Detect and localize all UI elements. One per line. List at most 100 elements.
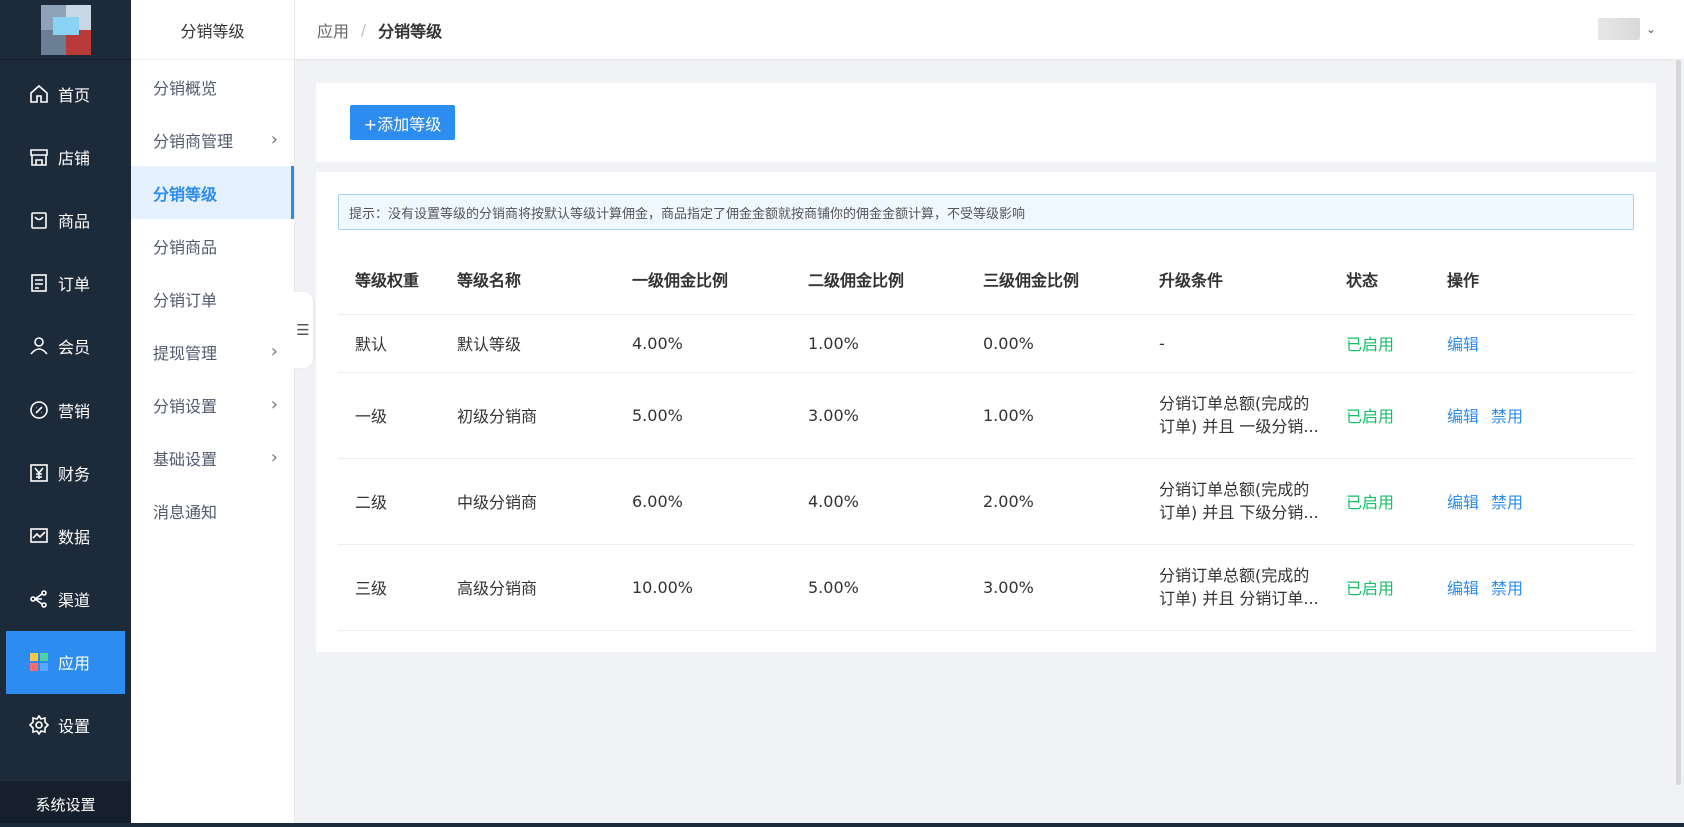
nav-item-channels[interactable]: 渠道 bbox=[0, 568, 131, 631]
submenu-item-label: 分销商品 bbox=[153, 237, 218, 257]
cell-rate1: 4.00% bbox=[615, 314, 791, 373]
collapse-menu-button[interactable]: ☰ bbox=[293, 292, 313, 368]
cell-name: 默认等级 bbox=[440, 314, 615, 373]
logo bbox=[40, 4, 91, 55]
nav-item-label: 设置 bbox=[58, 717, 91, 737]
avatar bbox=[1597, 18, 1640, 40]
disable-link[interactable]: 禁用 bbox=[1491, 579, 1523, 598]
cell-actions: 编辑 禁用 bbox=[1430, 544, 1634, 631]
submenu-item-label: 分销商管理 bbox=[153, 131, 234, 151]
cell-weight: 默认 bbox=[338, 314, 440, 373]
chevron-right-icon: › bbox=[270, 129, 278, 150]
submenu-item-distributors[interactable]: 分销商管理 › bbox=[131, 113, 294, 166]
column-header: 操作 bbox=[1430, 244, 1634, 315]
store-icon bbox=[28, 146, 50, 168]
nav-item-label: 数据 bbox=[58, 527, 91, 547]
submenu-title: 分销等级 bbox=[131, 0, 294, 60]
bag-icon bbox=[28, 209, 50, 231]
submenu-item-products[interactable]: 分销商品 bbox=[131, 219, 294, 272]
table-row: 默认 默认等级 4.00% 1.00% 0.00% - 已启用 编辑 bbox=[338, 314, 1634, 373]
nav-item-label: 应用 bbox=[58, 654, 91, 674]
edit-link[interactable]: 编辑 bbox=[1447, 407, 1479, 426]
cell-rate2: 5.00% bbox=[791, 544, 966, 631]
cell-status: 已启用 bbox=[1329, 544, 1430, 631]
cell-rate2: 4.00% bbox=[791, 458, 966, 545]
nav-item-goods[interactable]: 商品 bbox=[0, 188, 131, 251]
home-icon bbox=[28, 83, 50, 105]
submenu-item-basic-settings[interactable]: 基础设置 › bbox=[131, 431, 294, 484]
yen-icon bbox=[28, 462, 50, 484]
submenu-item-notifications[interactable]: 消息通知 bbox=[131, 484, 294, 537]
cell-actions: 编辑 禁用 bbox=[1430, 372, 1634, 459]
cell-rate2: 1.00% bbox=[791, 314, 966, 373]
nav-item-home[interactable]: 首页 bbox=[0, 62, 131, 125]
nav-item-apps[interactable]: 应用 bbox=[6, 630, 125, 694]
nav-item-orders[interactable]: 订单 bbox=[0, 252, 131, 315]
cell-status: 已启用 bbox=[1329, 372, 1430, 459]
condition-text: - bbox=[1159, 333, 1165, 353]
nav-item-label: 营销 bbox=[58, 401, 91, 421]
nav-item-marketing[interactable]: 营销 bbox=[0, 378, 131, 441]
breadcrumb-current: 分销等级 bbox=[378, 21, 443, 41]
submenu-item-overview[interactable]: 分销概览 bbox=[131, 60, 294, 113]
status-badge: 已启用 bbox=[1346, 493, 1395, 512]
cell-rate3: 2.00% bbox=[966, 458, 1142, 545]
submenu-item-orders[interactable]: 分销订单 bbox=[131, 272, 294, 325]
submenu-item-label: 分销订单 bbox=[153, 290, 218, 310]
system-settings-button[interactable]: 系统设置 bbox=[0, 781, 131, 827]
cell-name: 初级分销商 bbox=[440, 372, 615, 459]
cell-status: 已启用 bbox=[1329, 458, 1430, 545]
table-row: 一级 初级分销商 5.00% 3.00% 1.00% 分销订单总额(完成的 订单… bbox=[338, 372, 1634, 459]
disable-link[interactable]: 禁用 bbox=[1491, 493, 1523, 512]
chevron-right-icon: › bbox=[270, 394, 278, 415]
breadcrumb-parent[interactable]: 应用 bbox=[317, 18, 349, 42]
cell-name: 中级分销商 bbox=[440, 458, 615, 545]
disable-link[interactable]: 禁用 bbox=[1491, 407, 1523, 426]
column-header: 等级名称 bbox=[440, 244, 615, 315]
bottom-edge bbox=[0, 823, 1684, 827]
page-scrollbar[interactable] bbox=[1676, 60, 1681, 785]
cell-weight: 三级 bbox=[338, 544, 440, 631]
cell-rate1: 10.00% bbox=[615, 544, 791, 631]
share-icon bbox=[28, 588, 50, 610]
nav-item-members[interactable]: 会员 bbox=[0, 315, 131, 378]
chevron-right-icon: › bbox=[270, 341, 278, 362]
submenu-item-dist-settings[interactable]: 分销设置 › bbox=[131, 378, 294, 431]
nav-item-settings[interactable]: 设置 bbox=[0, 694, 131, 757]
levels-table: 等级权重 等级名称 一级佣金比例 二级佣金比例 三级佣金比例 升级条件 状态 操… bbox=[338, 244, 1634, 631]
cell-name: 高级分销商 bbox=[440, 544, 615, 631]
condition-text: 分销订单总额(完成的 订单) 并且 分销订单... bbox=[1159, 566, 1319, 608]
nav-item-label: 会员 bbox=[58, 338, 91, 358]
submenu-item-label: 提现管理 bbox=[153, 343, 218, 363]
nav-item-finance[interactable]: 财务 bbox=[0, 441, 131, 504]
main-sidebar: 首页 店铺 商品 订单 会员 营销 财务 数据 渠道 应用 设置 系统设置 bbox=[0, 0, 131, 827]
cell-actions: 编辑 bbox=[1430, 314, 1634, 373]
column-header: 升级条件 bbox=[1142, 244, 1329, 315]
chevron-right-icon: › bbox=[270, 447, 278, 468]
status-badge: 已启用 bbox=[1346, 579, 1395, 598]
submenu-item-label: 分销等级 bbox=[153, 184, 218, 204]
cell-actions: 编辑 禁用 bbox=[1430, 458, 1634, 545]
edit-link[interactable]: 编辑 bbox=[1447, 579, 1479, 598]
nav-item-data[interactable]: 数据 bbox=[0, 504, 131, 567]
edit-link[interactable]: 编辑 bbox=[1447, 335, 1479, 354]
cell-rate3: 0.00% bbox=[966, 314, 1142, 373]
condition-text: 分销订单总额(完成的 订单) 并且 下级分销... bbox=[1159, 480, 1319, 522]
main-nav: 首页 店铺 商品 订单 会员 营销 财务 数据 渠道 应用 设置 bbox=[0, 60, 131, 757]
add-level-button[interactable]: +添加等级 bbox=[350, 105, 455, 140]
submenu-item-withdraw[interactable]: 提现管理 › bbox=[131, 325, 294, 378]
user-menu[interactable]: ⌄ bbox=[1597, 18, 1656, 40]
nav-item-store[interactable]: 店铺 bbox=[0, 125, 131, 188]
menu-icon: ☰ bbox=[296, 321, 310, 339]
edit-link[interactable]: 编辑 bbox=[1447, 493, 1479, 512]
levels-card: 提示：没有设置等级的分销商将按默认等级计算佣金，商品指定了佣金金额就按商铺你的佣… bbox=[316, 172, 1656, 652]
column-header: 三级佣金比例 bbox=[966, 244, 1142, 315]
column-header: 二级佣金比例 bbox=[791, 244, 966, 315]
tip-alert: 提示：没有设置等级的分销商将按默认等级计算佣金，商品指定了佣金金额就按商铺你的佣… bbox=[338, 194, 1634, 230]
nav-item-label: 商品 bbox=[58, 211, 91, 231]
submenu-item-levels[interactable]: 分销等级 bbox=[131, 166, 294, 219]
user-icon bbox=[28, 335, 50, 357]
cell-rate1: 6.00% bbox=[615, 458, 791, 545]
cell-rate3: 3.00% bbox=[966, 544, 1142, 631]
nav-item-label: 店铺 bbox=[58, 148, 91, 168]
